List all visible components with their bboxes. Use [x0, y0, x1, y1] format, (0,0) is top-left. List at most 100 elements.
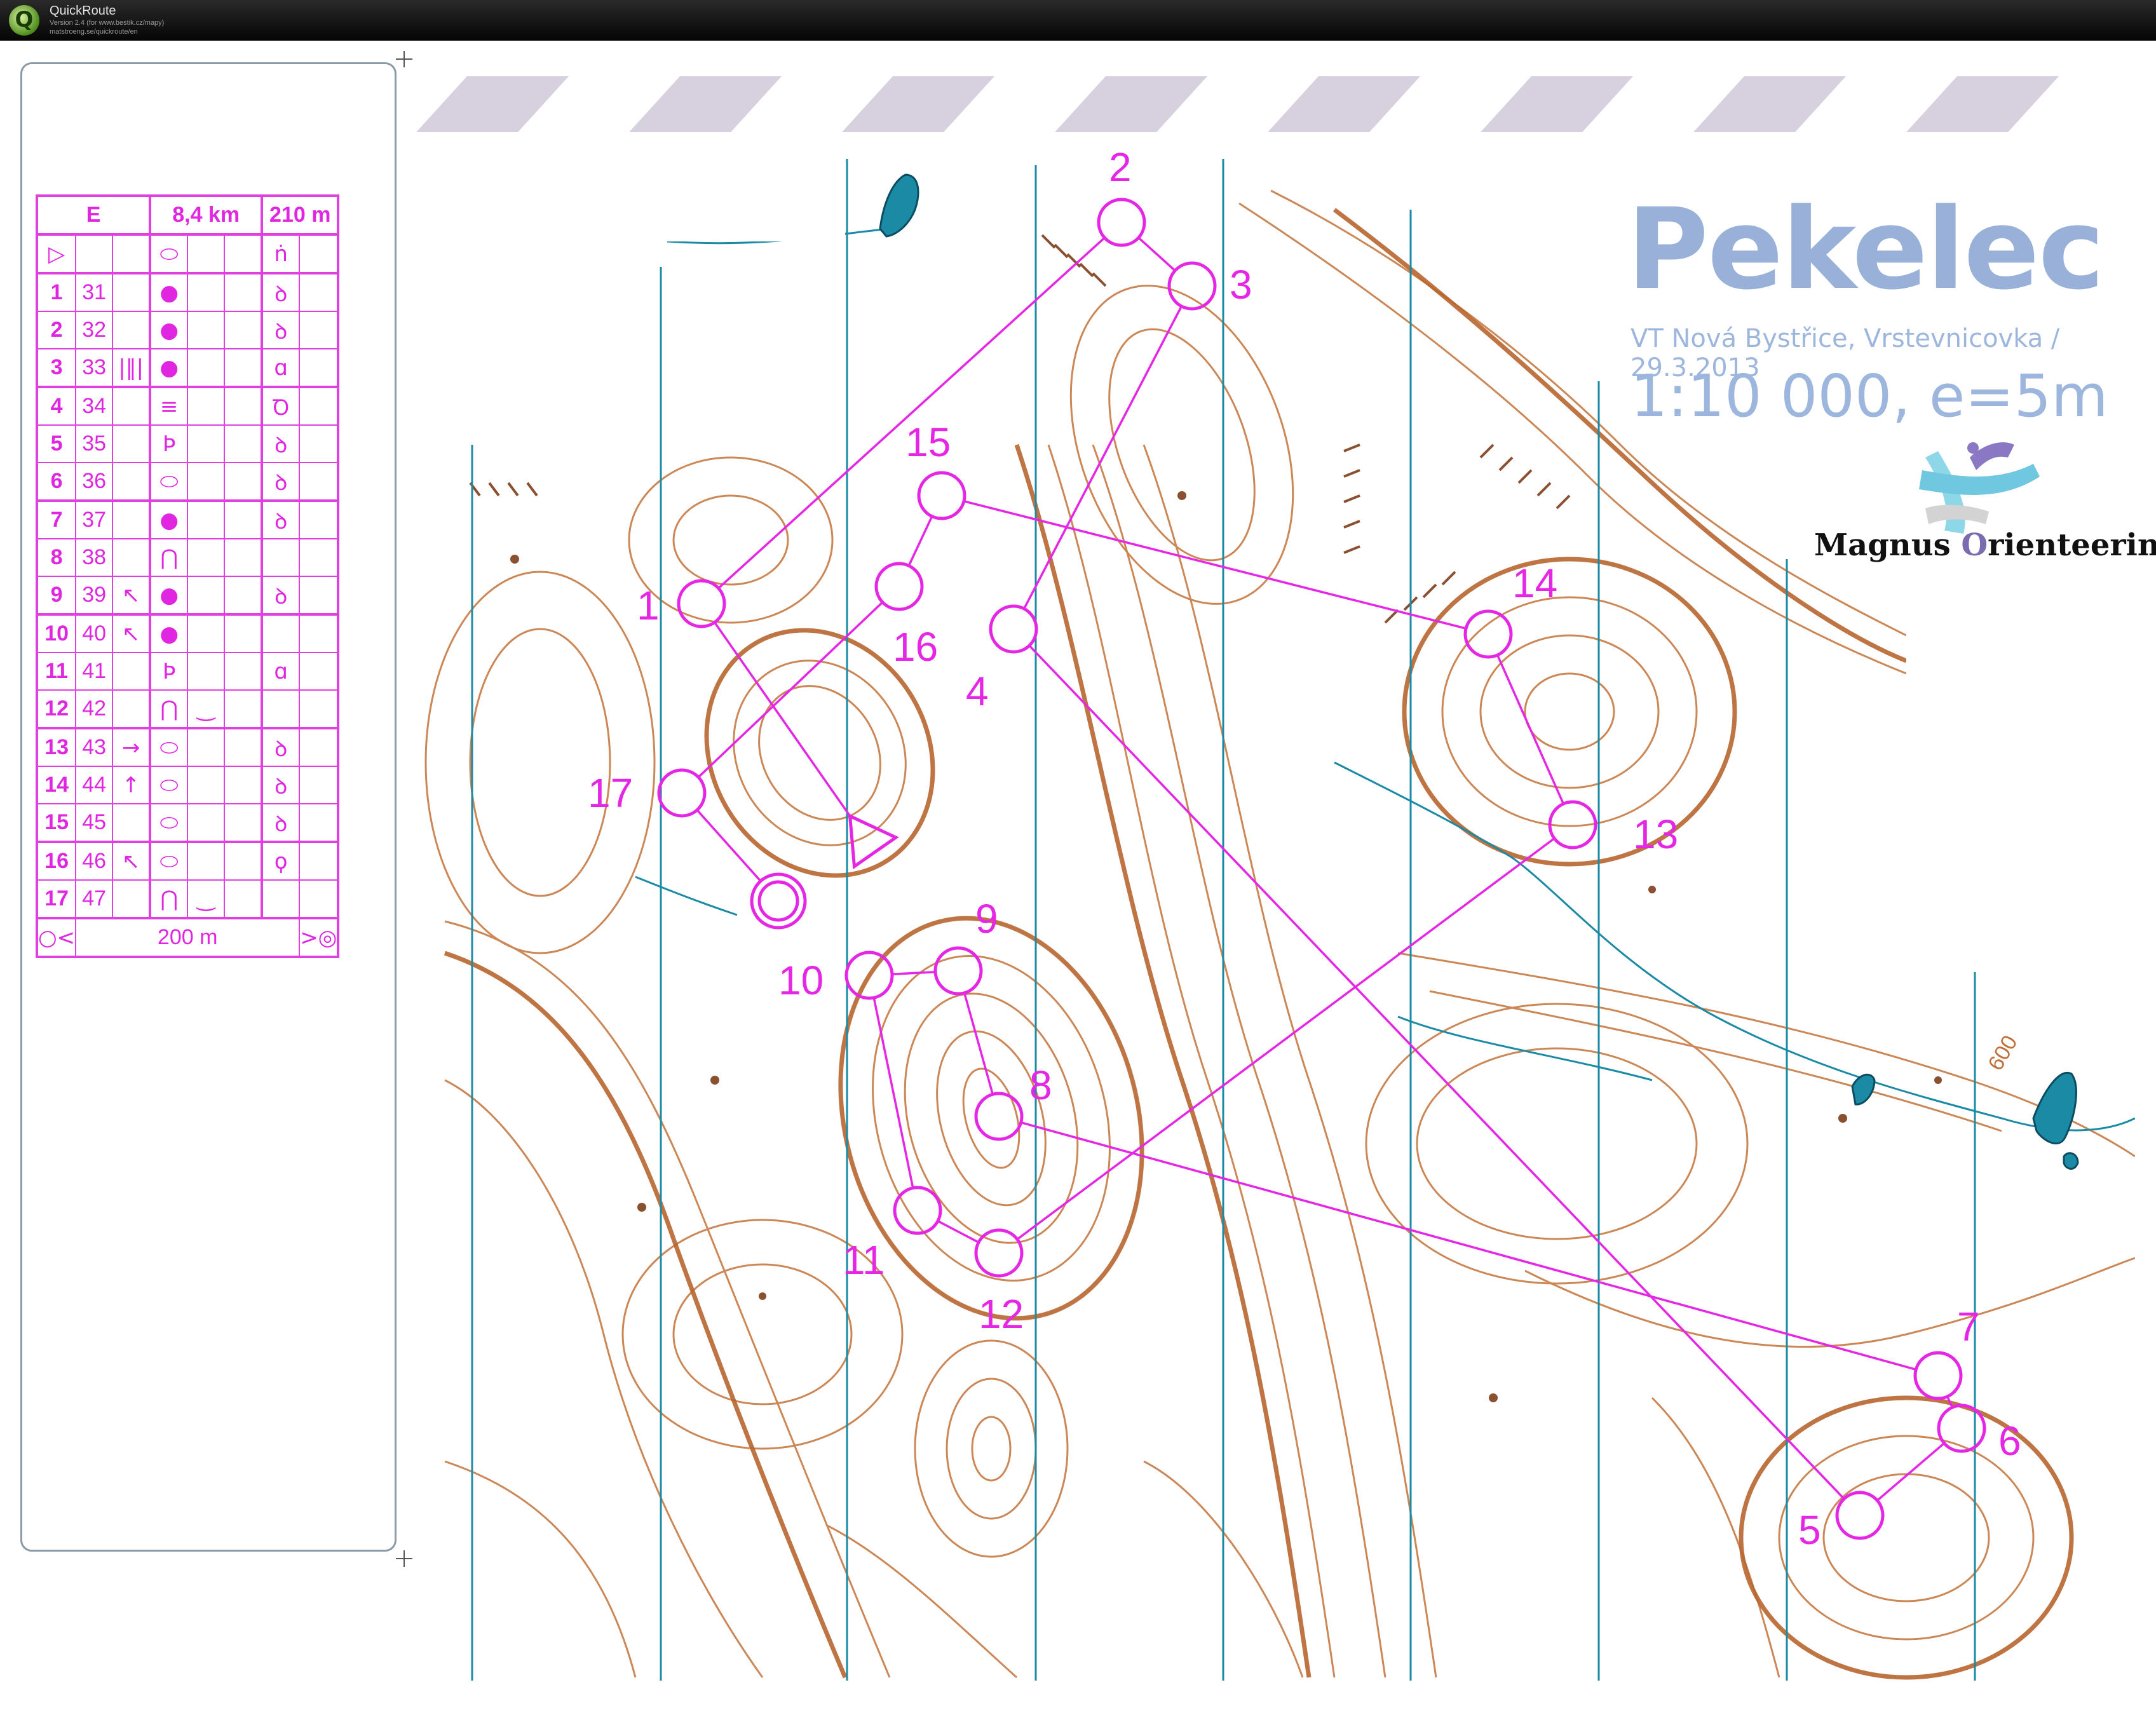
course-leg-line	[1496, 654, 1565, 804]
cd-location-icon: ꝺ	[261, 272, 301, 312]
cd-other	[299, 689, 339, 729]
course-leg-line	[1137, 236, 1176, 272]
control-number-label: 12	[979, 1291, 1024, 1337]
cd-appearance-icon	[187, 499, 226, 539]
cd-dimension	[224, 311, 264, 349]
control-number-label: 11	[843, 1237, 885, 1283]
control-circle-11[interactable]	[893, 1186, 942, 1235]
cd-length: 8,4 km	[149, 195, 264, 235]
control-circle-5[interactable]	[1835, 1491, 1885, 1540]
cd-control-row: 4 34 ≡ Ꝺ	[36, 386, 339, 426]
cd-appearance-icon	[187, 613, 226, 653]
cd-control-code: 43	[75, 727, 114, 767]
cd-which-feature-icon	[112, 538, 152, 577]
cd-which-feature-icon	[112, 803, 152, 843]
course-leg-line	[717, 236, 1106, 590]
control-circle-14[interactable]	[1463, 609, 1513, 659]
cd-control-row: 13 43 → ⬭ ꝺ	[36, 727, 339, 767]
cd-appearance-icon	[187, 576, 226, 615]
cd-feature-icon: ⬭	[149, 841, 189, 881]
cd-control-code: 41	[75, 652, 114, 691]
control-circle-8[interactable]	[974, 1092, 1024, 1141]
control-circle-3[interactable]	[1167, 261, 1217, 311]
club-name-part2: rienteering	[1988, 527, 2156, 563]
cd-which-feature-icon: ↖	[112, 841, 152, 881]
cd-feature-icon: ⋂	[149, 879, 189, 919]
cd-feature-icon: ⋂	[149, 538, 189, 577]
control-circle-7[interactable]	[1913, 1351, 1963, 1400]
cd-control-number: 14	[36, 766, 77, 804]
control-circle-17[interactable]	[657, 768, 707, 818]
cd-feature-icon: ⬭	[149, 462, 189, 501]
cd-location-icon: ɑ	[261, 652, 301, 691]
cd-climb: 210 m	[261, 195, 339, 235]
cd-control-row: 15 45 ⬭ ꝺ	[36, 803, 339, 843]
cd-which-feature-icon	[112, 499, 152, 539]
cd-category: E	[36, 195, 152, 235]
cd-location-icon: ϙ	[261, 841, 301, 881]
cd-appearance-icon	[187, 424, 226, 463]
cd-dimension	[224, 462, 264, 501]
control-number-label: 17	[588, 770, 633, 816]
cd-appearance-icon: ‿	[187, 879, 226, 919]
cd-which-feature-icon: |‖|	[112, 348, 152, 388]
course-leg-line	[963, 992, 994, 1095]
cd-finish-distance: 200 m	[75, 917, 301, 958]
control-circle-9[interactable]	[933, 946, 983, 996]
cd-appearance-icon: ‿	[187, 689, 226, 729]
cd-location-icon	[261, 538, 301, 577]
cd-location-icon: ꝺ	[261, 803, 301, 843]
cd-location-icon: ꝺ	[261, 462, 301, 501]
control-circle-6[interactable]	[1937, 1404, 1986, 1453]
club-name-o: O	[1961, 527, 1988, 563]
cd-feature-icon: ●	[149, 613, 189, 653]
cd-dimension	[224, 652, 264, 691]
control-circle-15[interactable]	[917, 471, 966, 520]
cd-location-icon: ꝺ	[261, 727, 301, 767]
cd-other	[299, 272, 339, 312]
cd-control-row: 5 35 Ϸꝺ	[36, 424, 339, 463]
cd-which-feature-icon	[112, 652, 152, 691]
course-leg-line	[697, 601, 884, 778]
control-number-label: 13	[1633, 811, 1678, 857]
cd-control-code: 31	[75, 272, 114, 312]
cd-control-code: 46	[75, 841, 114, 881]
cd-start-row: ▷ ⬭ ṅ	[36, 233, 339, 274]
course-leg-line	[1023, 306, 1183, 609]
course-leg-line	[1020, 1121, 1916, 1371]
cd-appearance-icon	[187, 652, 226, 691]
cd-which-feature-icon	[112, 386, 152, 426]
cd-which-feature-icon	[112, 462, 152, 501]
cd-location-icon: ɑ	[261, 348, 301, 388]
control-circle-4[interactable]	[989, 604, 1038, 654]
cd-dimension	[224, 689, 264, 729]
cd-location-icon: ꝺ	[261, 424, 301, 463]
control-circle-2[interactable]	[1097, 198, 1146, 247]
cd-control-row: 9 39 ↖ ● ꝺ	[36, 576, 339, 615]
club-name-part1: Magnus	[1814, 527, 1962, 563]
cd-control-number: 13	[36, 727, 77, 767]
cd-control-number: 17	[36, 879, 77, 919]
course-leg-line	[872, 997, 914, 1189]
cd-dimension	[224, 348, 264, 388]
cd-control-number: 16	[36, 841, 77, 881]
cd-control-row: 2 32 ● ꝺ	[36, 311, 339, 349]
map-header-stripes	[416, 76, 2059, 132]
control-circle-12[interactable]	[974, 1228, 1024, 1278]
cd-control-number: 1	[36, 272, 77, 312]
cd-location-icon	[261, 613, 301, 653]
course-leg-line	[696, 809, 762, 882]
map-scale: 1:10 000, e=5m	[1631, 362, 2108, 430]
course-leg-line	[963, 500, 1467, 630]
cd-feature-icon: Ϸ	[149, 652, 189, 691]
cd-location-icon: ꝺ	[261, 499, 301, 539]
cd-other	[299, 424, 339, 463]
cd-control-number: 6	[36, 462, 77, 501]
control-circle-16[interactable]	[874, 562, 924, 611]
cd-control-code: 35	[75, 424, 114, 463]
cd-which-feature-icon: →	[112, 727, 152, 767]
cd-which-feature-icon	[112, 689, 152, 729]
cd-location-icon: ꝺ	[261, 311, 301, 349]
control-number-label: 8	[1029, 1062, 1052, 1108]
finish-circles[interactable]	[750, 872, 807, 930]
